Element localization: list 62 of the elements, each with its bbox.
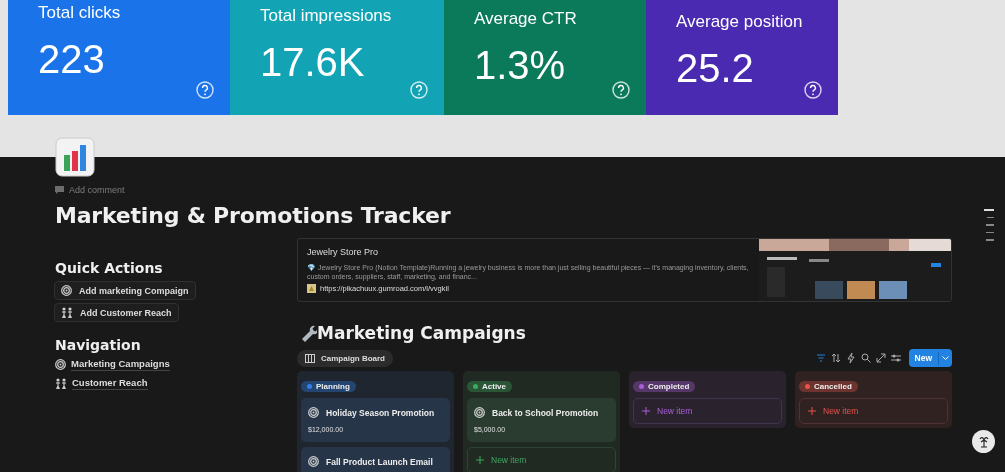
section-heading: Navigation bbox=[55, 337, 142, 353]
status-tag: Completed bbox=[633, 381, 696, 392]
bookmark-card[interactable] bbox=[297, 238, 952, 302]
navigation-link[interactable]: Marketing Campaigns bbox=[71, 358, 170, 371]
database-title: Marketing Campaigns bbox=[317, 323, 526, 343]
people-icon bbox=[61, 307, 73, 318]
card-title: Back to School Promotion bbox=[492, 407, 599, 418]
help-icon bbox=[612, 81, 630, 99]
metric-label: Total impressions bbox=[260, 6, 393, 26]
target-icon bbox=[61, 285, 72, 296]
new-item-button[interactable]: New item bbox=[799, 398, 948, 424]
lightning-icon[interactable] bbox=[845, 353, 856, 363]
outline-marker[interactable] bbox=[986, 239, 994, 241]
card-title: Fall Product Launch Email bbox=[326, 456, 433, 467]
palm-icon bbox=[977, 435, 990, 448]
sort-icon[interactable] bbox=[830, 353, 841, 363]
status-tag: Active bbox=[467, 381, 512, 392]
help-icon bbox=[804, 81, 822, 99]
outline-marker[interactable] bbox=[986, 231, 994, 233]
sliders-icon[interactable] bbox=[890, 353, 901, 363]
target-icon bbox=[308, 407, 319, 418]
plus-icon bbox=[476, 456, 484, 464]
people-icon bbox=[55, 378, 67, 389]
metric-value: 223 bbox=[38, 37, 105, 82]
quick-action-button[interactable]: Add marketing Compaign bbox=[54, 281, 196, 300]
navigation-link[interactable]: Customer Reach bbox=[72, 377, 148, 390]
comment-icon bbox=[55, 186, 64, 194]
add-comment-link[interactable]: Add comment bbox=[69, 185, 125, 195]
chart-icon bbox=[55, 137, 95, 177]
view-tab[interactable]: Campaign Board bbox=[297, 349, 393, 367]
board-card[interactable]: Fall Product Launch Email bbox=[301, 447, 450, 472]
metric-label: Average position bbox=[676, 12, 804, 32]
target-icon bbox=[474, 407, 485, 418]
page-title: Marketing & Promotions Tracker bbox=[55, 203, 452, 228]
outline-marker[interactable] bbox=[986, 224, 994, 226]
outline-marker[interactable] bbox=[987, 216, 994, 218]
plus-icon bbox=[642, 407, 650, 415]
metric-label: Total clicks bbox=[38, 3, 122, 23]
new-item-button[interactable]: New item bbox=[633, 398, 782, 424]
bookmark-title: Jewelry Store Pro bbox=[307, 247, 380, 257]
status-tag: Cancelled bbox=[799, 381, 858, 392]
board-icon bbox=[305, 353, 315, 363]
metric-label: Average CTR bbox=[474, 9, 578, 29]
metric-value: 1.3% bbox=[474, 43, 566, 88]
help-icon bbox=[410, 81, 428, 99]
new-button[interactable]: New bbox=[908, 349, 952, 367]
expand-icon[interactable] bbox=[875, 353, 886, 363]
help-icon bbox=[196, 81, 214, 99]
target-icon bbox=[55, 359, 66, 370]
outline-marker[interactable] bbox=[984, 209, 994, 211]
plus-icon bbox=[808, 407, 816, 415]
metric-value: 17.6K bbox=[260, 40, 365, 85]
target-icon bbox=[308, 456, 319, 467]
favicon-icon bbox=[307, 283, 316, 293]
search-icon[interactable] bbox=[860, 353, 871, 363]
quick-action-button[interactable]: Add Customer Reach bbox=[54, 303, 179, 322]
section-heading: Quick Actions bbox=[55, 260, 164, 276]
card-title: Holiday Season Promotion bbox=[326, 407, 435, 418]
chevron-down-icon[interactable] bbox=[942, 355, 949, 361]
metric-value: 25.2 bbox=[676, 46, 754, 91]
help-button[interactable] bbox=[972, 430, 995, 453]
status-tag: Planning bbox=[301, 381, 356, 392]
